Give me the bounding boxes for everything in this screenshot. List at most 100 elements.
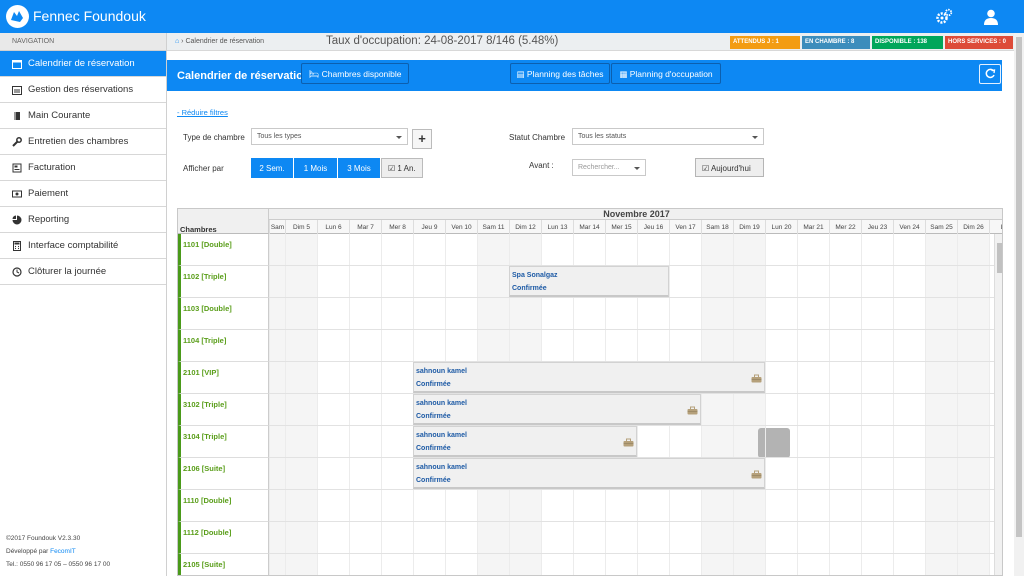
- reduce-filters-link[interactable]: - Réduire filtres: [177, 108, 228, 117]
- reservation-calendar: Chambres Novembre 2017 Sam Dim 5 Lun 6 Mar …: [177, 208, 1003, 576]
- phone-text: Tel.: 0550 96 17 05 – 0550 96 17 00: [6, 561, 111, 568]
- sidebar-item-paiement[interactable]: Paiement: [0, 181, 166, 207]
- reservation-status: Confirmée: [512, 285, 547, 292]
- reservation-guest: sahnoun kamel: [416, 368, 467, 375]
- day-header: Dim 19: [733, 220, 765, 234]
- room-row-label[interactable]: 3104 [Triple]: [178, 426, 269, 458]
- period-3-months-button[interactable]: 3 Mois: [338, 158, 380, 178]
- sidebar-item-comptabilite[interactable]: Interface comptabilité: [0, 233, 166, 259]
- sidebar-item-main-courante[interactable]: Main Courante: [0, 103, 166, 129]
- reservation-status: Confirmée: [416, 477, 451, 484]
- row-gridline: [269, 329, 994, 330]
- app-logo[interactable]: [6, 5, 29, 28]
- sidebar-item-label: Clôturer la journée: [28, 266, 107, 277]
- day-header: Sam 25: [925, 220, 957, 234]
- reservation-guest: sahnoun kamel: [416, 464, 467, 471]
- calendar-grid: 1101 [Double] 1102 [Triple] 1103 [Double] 1…: [178, 234, 1002, 575]
- room-status-label: Statut Chambre: [509, 133, 566, 142]
- breadcrumb: ⌂ › Calendrier de réservation: [175, 38, 265, 45]
- sidebar-item-reporting[interactable]: Reporting: [0, 207, 166, 233]
- sidebar-item-facturation[interactable]: Facturation: [0, 155, 166, 181]
- task-planning-button[interactable]: ▤ Planning des tâches: [510, 63, 610, 84]
- row-gridline: [269, 521, 994, 522]
- before-label: Avant :: [529, 161, 554, 170]
- calendar-month: Novembre 2017: [269, 209, 1002, 220]
- sidebar-item-calendrier[interactable]: Calendrier de réservation: [0, 51, 166, 77]
- app-title[interactable]: Fennec Foundouk: [33, 8, 146, 24]
- status-badge-disponible[interactable]: DISPONIBLE : 138: [872, 36, 943, 49]
- room-row-label[interactable]: 3102 [Triple]: [178, 394, 269, 426]
- day-header: Dim 12: [509, 220, 541, 234]
- sidebar-item-gestion[interactable]: Gestion des réservations: [0, 77, 166, 103]
- room-row-label[interactable]: 1102 [Triple]: [178, 266, 269, 298]
- room-row-label[interactable]: 1110 [Double]: [178, 490, 269, 522]
- available-rooms-button[interactable]: 🛏 Chambres disponible: [301, 63, 409, 84]
- period-1-month-button[interactable]: 1 Mois: [294, 158, 337, 178]
- day-header-row: Sam Dim 5 Lun 6 Mar 7 Mer 8 Jeu 9 Ven 10 Sam 11…: [269, 220, 1002, 234]
- period-2-weeks-button[interactable]: 2 Sem.: [251, 158, 293, 178]
- period-1-year-button[interactable]: ☑ 1 An.: [381, 158, 423, 178]
- room-status-select[interactable]: Tous les statuts: [572, 128, 764, 145]
- day-gridline: [381, 234, 382, 575]
- occupation-planning-button[interactable]: ▦ Planning d'occupation: [611, 63, 721, 84]
- scrollbar-thumb[interactable]: [997, 243, 1002, 273]
- calendar-scrollbar[interactable]: [994, 234, 1002, 575]
- sidebar-item-label: Entretien des chambres: [28, 136, 129, 147]
- today-button[interactable]: ☑ Aujourd'hui: [695, 158, 764, 177]
- sidebar-heading: NAVIGATION: [0, 33, 166, 51]
- sidebar-footer: ©2017 Foundouk V2.3.30 Développé par Fec…: [6, 532, 110, 571]
- day-gridline: [701, 234, 702, 575]
- calculator-icon: [12, 241, 22, 251]
- row-gridline: [269, 489, 994, 490]
- calendar-toolbar: Calendrier de réservation 🛏 Chambres dis…: [167, 60, 1002, 91]
- home-icon[interactable]: ⌂: [175, 38, 179, 45]
- user-icon[interactable]: [982, 8, 1000, 26]
- page-scrollbar[interactable]: [1014, 33, 1024, 576]
- day-header: Dim 26: [957, 220, 989, 234]
- pie-chart-icon: [12, 215, 22, 225]
- selection-block[interactable]: [758, 428, 790, 458]
- sidebar-item-entretien[interactable]: Entretien des chambres: [0, 129, 166, 155]
- day-header: Sam 18: [701, 220, 733, 234]
- room-row-label[interactable]: 1112 [Double]: [178, 522, 269, 554]
- room-row-label[interactable]: 1104 [Triple]: [178, 330, 269, 362]
- reservation-bar[interactable]: sahnoun kamel Confirmée: [413, 426, 637, 457]
- reservation-status: Confirmée: [416, 413, 451, 420]
- room-type-select[interactable]: Tous les types: [251, 128, 408, 145]
- breadcrumb-current[interactable]: Calendrier de réservation: [185, 38, 264, 45]
- day-header: Jeu 9: [413, 220, 445, 234]
- reservation-bar[interactable]: sahnoun kamel Confirmée: [413, 394, 701, 425]
- day-header: Ven 10: [445, 220, 477, 234]
- reservation-bar[interactable]: sahnoun kamel Confirmée: [413, 458, 765, 489]
- room-row-label[interactable]: 2106 [Suite]: [178, 458, 269, 490]
- sidebar-item-label: Facturation: [28, 162, 76, 173]
- reservation-bar[interactable]: sahnoun kamel Confirmée: [413, 362, 765, 393]
- status-badge-attendus[interactable]: ATTENDUS J : 1: [730, 36, 800, 49]
- room-row-label[interactable]: 2105 [Suite]: [178, 554, 269, 575]
- status-badge-hors-services[interactable]: HORS SERVICES : 0: [945, 36, 1013, 49]
- weekend-column: [701, 234, 733, 575]
- room-row-label[interactable]: 2101 [VIP]: [178, 362, 269, 394]
- sidebar-item-label: Gestion des réservations: [28, 84, 134, 95]
- search-date-select[interactable]: Rechercher...: [572, 159, 646, 176]
- add-room-type-button[interactable]: +: [412, 129, 432, 149]
- sidebar-item-label: Main Courante: [28, 110, 91, 121]
- check-square-icon: ☑: [388, 164, 396, 173]
- day-gridline: [317, 234, 318, 575]
- sidebar: NAVIGATION Calendrier de réservation Ges…: [0, 33, 167, 576]
- reservation-bar[interactable]: Spa Sonalgaz Confirmée: [509, 266, 669, 297]
- status-badge-en-chambre[interactable]: EN CHAMBRE : 8: [802, 36, 870, 49]
- day-gridline: [957, 234, 958, 575]
- settings-cogs-icon[interactable]: [935, 8, 953, 26]
- developer-link[interactable]: FecomIT: [50, 548, 76, 555]
- sidebar-item-label: Paiement: [28, 188, 69, 199]
- room-row-label[interactable]: 1103 [Double]: [178, 298, 269, 330]
- refresh-button[interactable]: [979, 64, 1001, 84]
- day-header: Sam: [269, 220, 285, 234]
- day-gridline: [765, 234, 766, 575]
- day-header: Lur: [989, 220, 1002, 234]
- sidebar-item-cloturer[interactable]: Clôturer la journée: [0, 259, 166, 285]
- scrollbar-thumb[interactable]: [1016, 37, 1022, 537]
- occupancy-rate: Taux d'occupation: 24-08-2017 8/146 (5.4…: [326, 35, 559, 47]
- room-row-label[interactable]: 1101 [Double]: [178, 234, 269, 266]
